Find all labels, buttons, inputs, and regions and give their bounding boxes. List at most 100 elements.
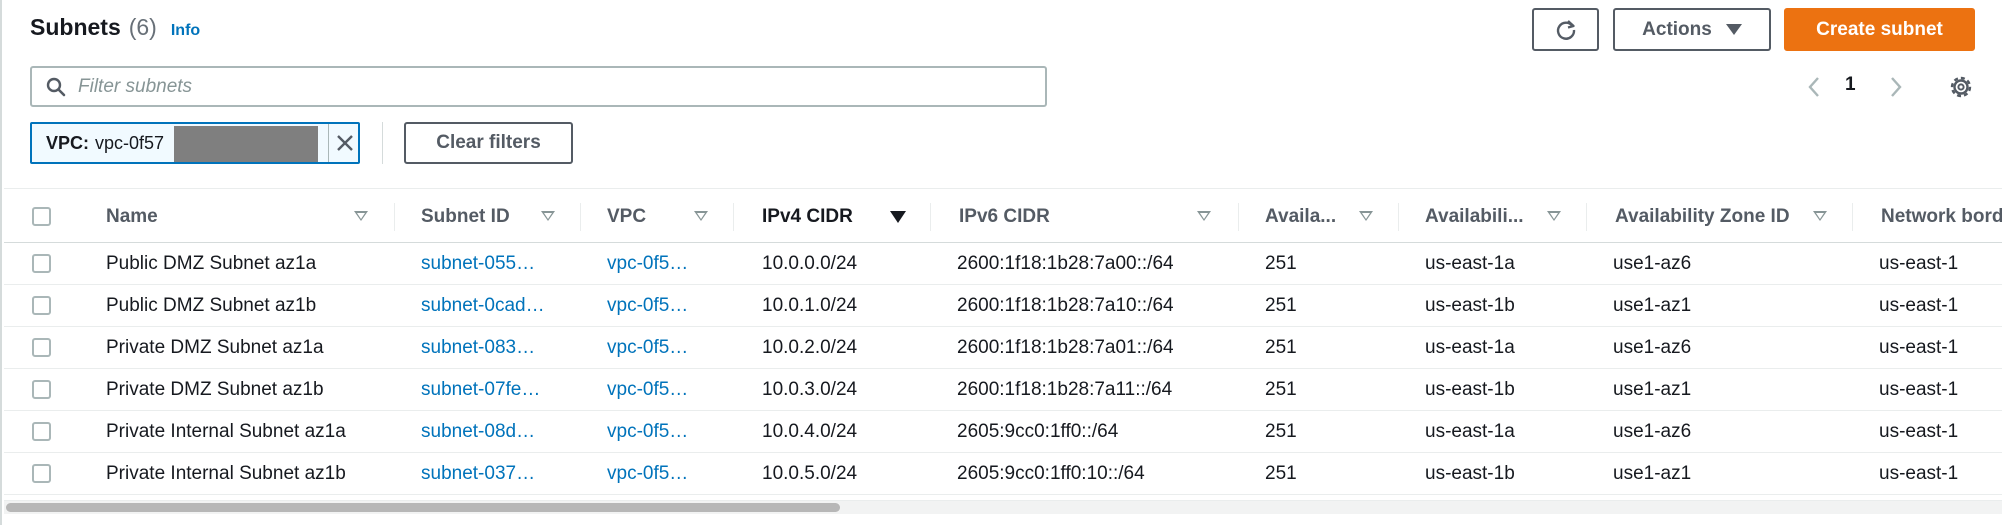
availability-zone: us-east-1b bbox=[1425, 295, 1515, 316]
scrollbar-thumb[interactable] bbox=[6, 503, 840, 512]
table-row[interactable]: Private Internal Subnet az1a subnet-08d…… bbox=[4, 411, 2002, 453]
column-label: IPv4 CIDR bbox=[762, 205, 853, 227]
search-icon bbox=[46, 77, 66, 96]
column-header-ipv6-cidr[interactable]: IPv6 CIDR bbox=[931, 189, 1239, 244]
sort-icon bbox=[1547, 211, 1561, 221]
subnet-id-link[interactable]: subnet-0cad… bbox=[421, 285, 571, 327]
column-header-available-ips[interactable]: Availa... bbox=[1239, 189, 1399, 244]
column-header-name[interactable]: Name bbox=[80, 189, 395, 244]
gear-icon[interactable] bbox=[1946, 72, 1976, 102]
vpc-link[interactable]: vpc-0f5… bbox=[607, 453, 727, 495]
availability-zone: us-east-1a bbox=[1425, 421, 1515, 442]
available-ips: 251 bbox=[1265, 337, 1297, 358]
column-label: Availability Zone ID bbox=[1615, 205, 1790, 227]
vpc-filter-token: VPC: vpc-0f57 bbox=[30, 122, 360, 164]
column-label: VPC bbox=[607, 205, 647, 227]
table-row[interactable]: Private Internal Subnet az1b subnet-037…… bbox=[4, 453, 2002, 495]
filter-token-label: VPC: bbox=[46, 132, 90, 153]
subnet-count: (6) bbox=[128, 14, 157, 40]
actions-dropdown[interactable]: Actions bbox=[1613, 8, 1771, 51]
column-label: IPv6 CIDR bbox=[959, 205, 1050, 227]
previous-page-icon[interactable] bbox=[1802, 72, 1826, 102]
availability-zone: us-east-1b bbox=[1425, 379, 1515, 400]
row-checkbox[interactable] bbox=[32, 422, 51, 441]
info-link[interactable]: Info bbox=[171, 22, 200, 40]
subnet-id-link[interactable]: subnet-083… bbox=[421, 327, 571, 369]
availability-zone-id: use1-az1 bbox=[1613, 463, 1692, 484]
network-border-group: us-east-1 bbox=[1879, 421, 1959, 442]
column-label: Availa... bbox=[1265, 205, 1337, 227]
available-ips: 251 bbox=[1265, 421, 1297, 442]
ipv6-cidr: 2600:1f18:1b28:7a10::/64 bbox=[957, 295, 1174, 316]
next-page-icon[interactable] bbox=[1884, 72, 1908, 102]
table-header: Name Subnet ID VPC IPv4 CIDR IPv6 CIDR A… bbox=[4, 188, 2002, 243]
column-header-availability-zone[interactable]: Availabili... bbox=[1399, 189, 1587, 244]
table-row[interactable]: Public DMZ Subnet az1b subnet-0cad… vpc-… bbox=[4, 285, 2002, 327]
vpc-link[interactable]: vpc-0f5… bbox=[607, 285, 727, 327]
availability-zone: us-east-1a bbox=[1425, 253, 1515, 274]
column-header-availability-zone-id[interactable]: Availability Zone ID bbox=[1587, 189, 1853, 244]
vpc-link[interactable]: vpc-0f5… bbox=[607, 327, 727, 369]
create-subnet-button[interactable]: Create subnet bbox=[1784, 8, 1975, 51]
column-header-ipv4-cidr[interactable]: IPv4 CIDR bbox=[734, 189, 931, 244]
column-label: Network bord bbox=[1881, 205, 2002, 227]
subnet-name: Private Internal Subnet az1b bbox=[106, 463, 346, 484]
subnet-name: Private DMZ Subnet az1b bbox=[106, 379, 324, 400]
filter-token-value: vpc-0f57 bbox=[95, 132, 165, 153]
redacted-block bbox=[174, 126, 318, 162]
subnet-name: Public DMZ Subnet az1a bbox=[106, 253, 317, 274]
subnet-id-link[interactable]: subnet-08d… bbox=[421, 411, 571, 453]
current-page-number[interactable]: 1 bbox=[1845, 74, 1856, 96]
refresh-icon bbox=[1556, 19, 1575, 40]
subnet-name: Private DMZ Subnet az1a bbox=[106, 337, 324, 358]
row-checkbox[interactable] bbox=[32, 254, 51, 273]
ipv4-cidr: 10.0.4.0/24 bbox=[762, 421, 858, 442]
ipv4-cidr: 10.0.0.0/24 bbox=[762, 253, 858, 274]
clear-filters-button[interactable]: Clear filters bbox=[404, 122, 573, 164]
ipv6-cidr: 2600:1f18:1b28:7a11::/64 bbox=[957, 379, 1173, 400]
refresh-button[interactable] bbox=[1532, 8, 1599, 51]
available-ips: 251 bbox=[1265, 295, 1297, 316]
close-icon bbox=[336, 135, 353, 151]
subnet-id-link[interactable]: subnet-07fe… bbox=[421, 369, 571, 411]
column-header-vpc[interactable]: VPC bbox=[581, 189, 734, 244]
table-row[interactable]: Private DMZ Subnet az1a subnet-083… vpc-… bbox=[4, 327, 2002, 369]
subnet-name: Private Internal Subnet az1a bbox=[106, 421, 346, 442]
ipv4-cidr: 10.0.2.0/24 bbox=[762, 337, 858, 358]
subnet-id-link[interactable]: subnet-055… bbox=[421, 243, 571, 285]
row-checkbox[interactable] bbox=[32, 380, 51, 399]
filter-search-box[interactable] bbox=[30, 66, 1047, 107]
column-header-subnet-id[interactable]: Subnet ID bbox=[395, 189, 581, 244]
row-checkbox[interactable] bbox=[32, 338, 51, 357]
availability-zone: us-east-1a bbox=[1425, 337, 1515, 358]
row-checkbox[interactable] bbox=[32, 296, 51, 315]
table-row[interactable]: Public DMZ Subnet az1a subnet-055… vpc-0… bbox=[4, 243, 2002, 285]
available-ips: 251 bbox=[1265, 463, 1297, 484]
clear-filters-label: Clear filters bbox=[436, 132, 541, 153]
availability-zone-id: use1-az1 bbox=[1613, 295, 1692, 316]
sort-descending-icon bbox=[890, 211, 906, 223]
ipv6-cidr: 2605:9cc0:1ff0::/64 bbox=[957, 421, 1119, 442]
table-row[interactable]: Private DMZ Subnet az1b subnet-07fe… vpc… bbox=[4, 369, 2002, 411]
subnet-id-link[interactable]: subnet-037… bbox=[421, 453, 571, 495]
remove-filter-button[interactable] bbox=[328, 124, 360, 162]
row-checkbox[interactable] bbox=[32, 464, 51, 483]
column-header-network-border-group[interactable]: Network bord bbox=[1853, 189, 2002, 244]
filter-subnets-input[interactable] bbox=[78, 75, 978, 98]
availability-zone-id: use1-az6 bbox=[1613, 421, 1692, 442]
ipv6-cidr: 2605:9cc0:1ff0:10::/64 bbox=[957, 463, 1145, 484]
select-all-checkbox[interactable] bbox=[32, 207, 51, 226]
column-label: Name bbox=[106, 205, 158, 227]
ipv6-cidr: 2600:1f18:1b28:7a00::/64 bbox=[957, 253, 1174, 274]
column-label: Subnet ID bbox=[421, 205, 510, 227]
sort-icon bbox=[1813, 211, 1827, 221]
network-border-group: us-east-1 bbox=[1879, 463, 1959, 484]
availability-zone-id: use1-az6 bbox=[1613, 253, 1692, 274]
sort-icon bbox=[541, 211, 555, 221]
ipv6-cidr: 2600:1f18:1b28:7a01::/64 bbox=[957, 337, 1174, 358]
vpc-link[interactable]: vpc-0f5… bbox=[607, 411, 727, 453]
page-header: Subnets (6) Info bbox=[30, 14, 200, 48]
vpc-link[interactable]: vpc-0f5… bbox=[607, 243, 727, 285]
vpc-link[interactable]: vpc-0f5… bbox=[607, 369, 727, 411]
caret-down-icon bbox=[1725, 24, 1742, 35]
